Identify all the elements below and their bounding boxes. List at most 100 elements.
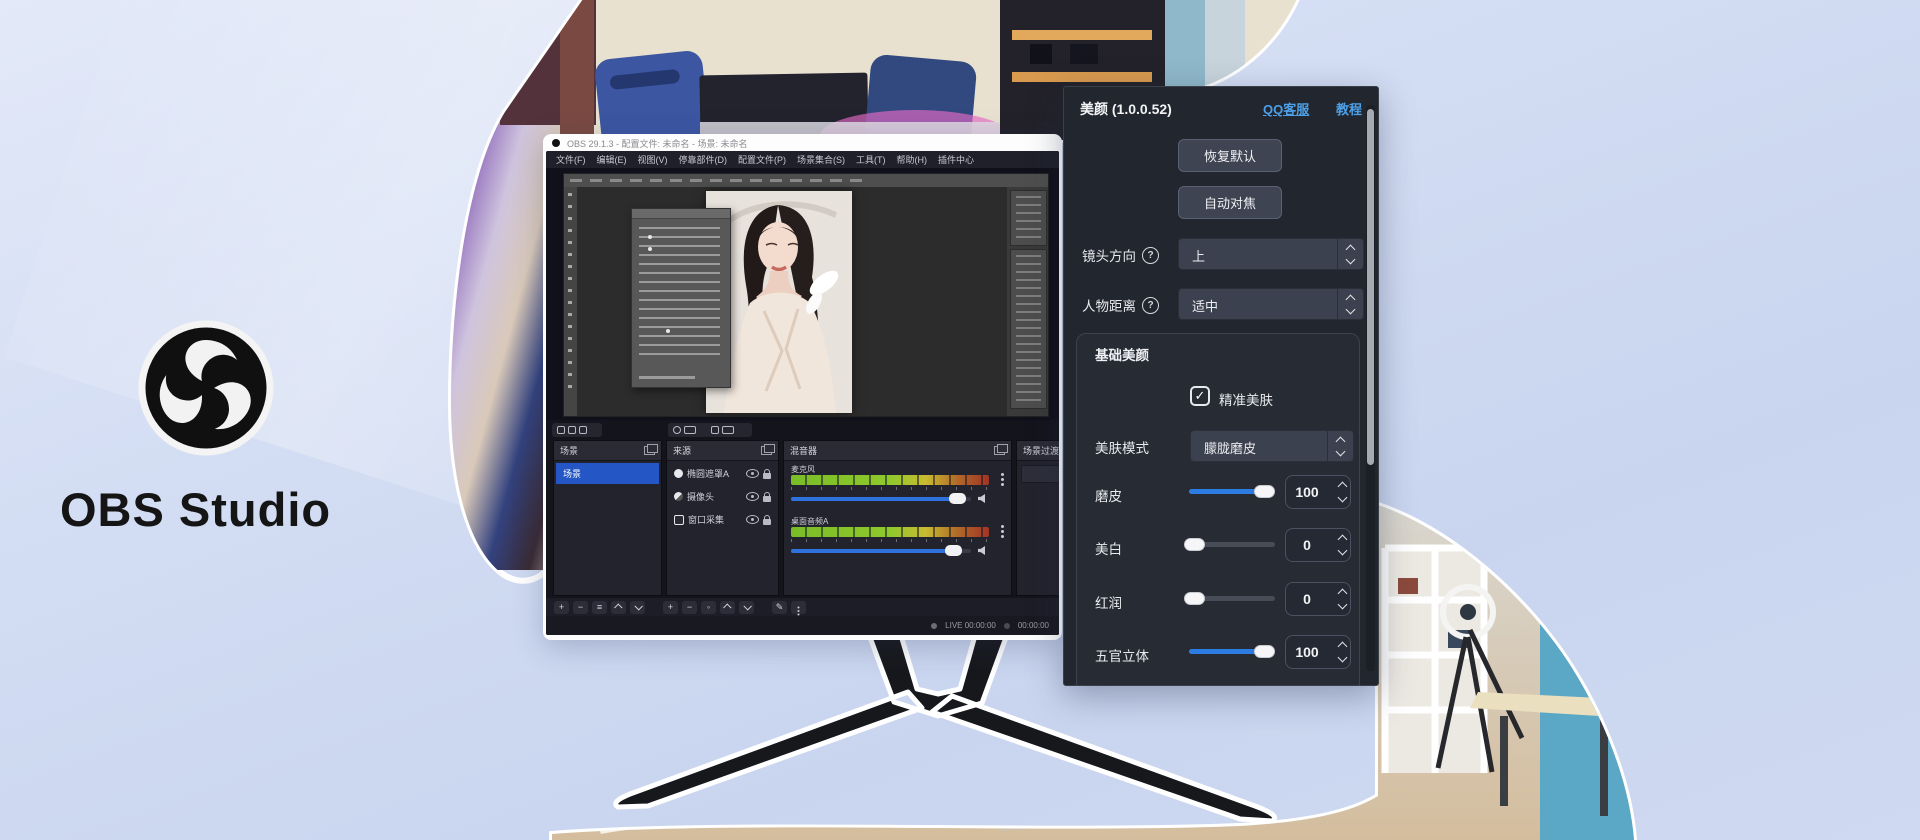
source-item[interactable]: 摄像头 xyxy=(669,486,776,507)
tutorial-link[interactable]: 教程 xyxy=(1336,99,1362,118)
menu-plugin-center[interactable]: 插件中心 xyxy=(938,153,974,166)
layout-tab-1[interactable] xyxy=(668,423,710,437)
mixer-options-icon[interactable] xyxy=(994,446,1005,455)
window-title: OBS 29.1.3 - 配置文件: 未命名 - 场景: 未命名 xyxy=(567,137,748,150)
live-timer: LIVE 00:00:00 xyxy=(945,621,996,630)
menu-file[interactable]: 文件(F) xyxy=(556,153,586,166)
transition-select[interactable] xyxy=(1021,465,1059,483)
source-item[interactable]: 窗口采集 xyxy=(669,509,776,530)
face-3d-slider[interactable] xyxy=(1189,649,1275,654)
menu-scene-collection[interactable]: 场景集合(S) xyxy=(797,153,845,166)
dock-tab[interactable] xyxy=(552,423,602,437)
rosy-slider[interactable] xyxy=(1189,596,1275,601)
more-button[interactable] xyxy=(791,601,806,614)
obs-logo xyxy=(136,318,276,458)
sources-options-icon[interactable] xyxy=(761,446,772,455)
slider-knob[interactable] xyxy=(1254,485,1275,498)
remove-source-button[interactable]: − xyxy=(682,601,697,614)
skin-mode-label: 美肤模式 xyxy=(1095,437,1149,457)
lock-icon[interactable] xyxy=(763,496,771,502)
whitening-label: 美白 xyxy=(1095,538,1122,558)
precise-skin-checkbox[interactable]: ✓ xyxy=(1190,386,1210,406)
smoothing-label: 磨皮 xyxy=(1095,485,1122,505)
source-properties-button[interactable]: ◦ xyxy=(701,601,716,614)
scene-down-button[interactable] xyxy=(630,601,645,614)
stepper-icon[interactable] xyxy=(1339,529,1346,561)
scrollbar-thumb[interactable] xyxy=(1367,109,1374,465)
stepper-icon[interactable] xyxy=(1339,476,1346,508)
transitions-dock: 场景过渡 xyxy=(1016,440,1059,596)
slider-knob[interactable] xyxy=(1184,592,1205,605)
add-source-button[interactable]: + xyxy=(663,601,678,614)
camera-source-icon xyxy=(674,492,683,501)
photoshop-screenshot xyxy=(563,173,1049,417)
rec-timer: 00:00:00 xyxy=(1018,621,1049,630)
preview-area xyxy=(546,168,1059,420)
scenes-dock: 场景 场景 xyxy=(553,440,662,596)
qq-support-link[interactable]: QQ客服 xyxy=(1263,99,1309,118)
visibility-icon[interactable] xyxy=(746,469,759,478)
audio-meter xyxy=(791,527,989,537)
source-up-button[interactable] xyxy=(720,601,735,614)
beauty-panel-title: 美颜 (1.0.0.52) xyxy=(1080,99,1172,119)
stream-status-icon xyxy=(931,623,937,629)
smoothing-value[interactable]: 100 xyxy=(1285,475,1351,509)
smoothing-slider[interactable] xyxy=(1189,489,1275,494)
autofocus-button[interactable]: 自动对焦 xyxy=(1178,186,1282,219)
ps-right-panels xyxy=(1007,187,1049,417)
menu-help[interactable]: 帮助(H) xyxy=(897,153,928,166)
visibility-icon[interactable] xyxy=(746,515,759,524)
visibility-icon[interactable] xyxy=(746,492,759,501)
person-distance-label: 人物距离 ? xyxy=(1082,295,1159,315)
stepper-icon[interactable] xyxy=(1339,583,1346,615)
layout-tab-2[interactable] xyxy=(706,423,752,437)
spinner-icon[interactable] xyxy=(1337,239,1363,269)
face-3d-value[interactable]: 100 xyxy=(1285,635,1351,669)
add-scene-button[interactable]: + xyxy=(554,601,569,614)
scene-up-button[interactable] xyxy=(611,601,626,614)
slider-knob[interactable] xyxy=(1184,538,1205,551)
mixer-dock: 混音器 麦克风 桌面音频A xyxy=(783,440,1012,596)
speaker-icon[interactable] xyxy=(978,546,985,555)
mixer-menu-icon[interactable] xyxy=(1001,525,1004,528)
menu-profile[interactable]: 配置文件(P) xyxy=(738,153,786,166)
whitening-value[interactable]: 0 xyxy=(1285,528,1351,562)
scene-filters-button[interactable]: ≡ xyxy=(592,601,607,614)
lock-icon[interactable] xyxy=(763,519,771,525)
volume-slider[interactable] xyxy=(791,497,971,501)
obs-window: 文件(F) 编辑(E) 视图(V) 停靠部件(D) 配置文件(P) 场景集合(S… xyxy=(546,151,1059,635)
whitening-slider[interactable] xyxy=(1189,542,1275,547)
spinner-icon[interactable] xyxy=(1327,431,1353,461)
menu-view[interactable]: 视图(V) xyxy=(638,153,668,166)
menu-edit[interactable]: 编辑(E) xyxy=(597,153,627,166)
remove-scene-button[interactable]: − xyxy=(573,601,588,614)
panel-scrollbar[interactable] xyxy=(1366,105,1375,671)
lock-icon[interactable] xyxy=(763,473,771,479)
ps-options-bar xyxy=(564,174,1048,188)
source-down-button[interactable] xyxy=(739,601,754,614)
edit-button[interactable]: ✎ xyxy=(772,601,787,614)
window-source-icon xyxy=(674,515,684,525)
scene-item-selected[interactable]: 场景 xyxy=(556,463,659,484)
rosy-value[interactable]: 0 xyxy=(1285,582,1351,616)
scenes-options-icon[interactable] xyxy=(644,446,655,455)
help-icon[interactable]: ? xyxy=(1142,247,1159,264)
menu-docks[interactable]: 停靠部件(D) xyxy=(679,153,728,166)
mixer-title: 混音器 xyxy=(790,444,817,457)
volume-slider[interactable] xyxy=(791,549,971,553)
person-distance-select[interactable]: 适中 xyxy=(1178,288,1364,320)
help-icon[interactable]: ? xyxy=(1142,297,1159,314)
rosy-label: 红润 xyxy=(1095,592,1122,612)
speaker-icon[interactable] xyxy=(978,494,985,503)
scenes-title: 场景 xyxy=(560,444,578,457)
restore-defaults-button[interactable]: 恢复默认 xyxy=(1178,139,1282,172)
skin-mode-select[interactable]: 朦胧磨皮 xyxy=(1190,430,1354,462)
slider-knob[interactable] xyxy=(1254,645,1275,658)
stepper-icon[interactable] xyxy=(1339,636,1346,668)
mixer-menu-icon[interactable] xyxy=(1001,473,1004,476)
menu-tools[interactable]: 工具(T) xyxy=(856,153,886,166)
lens-direction-select[interactable]: 上 xyxy=(1178,238,1364,270)
spinner-icon[interactable] xyxy=(1337,289,1363,319)
source-item[interactable]: 椭圆遮罩A xyxy=(669,463,776,484)
brand-title: OBS Studio xyxy=(60,482,390,537)
